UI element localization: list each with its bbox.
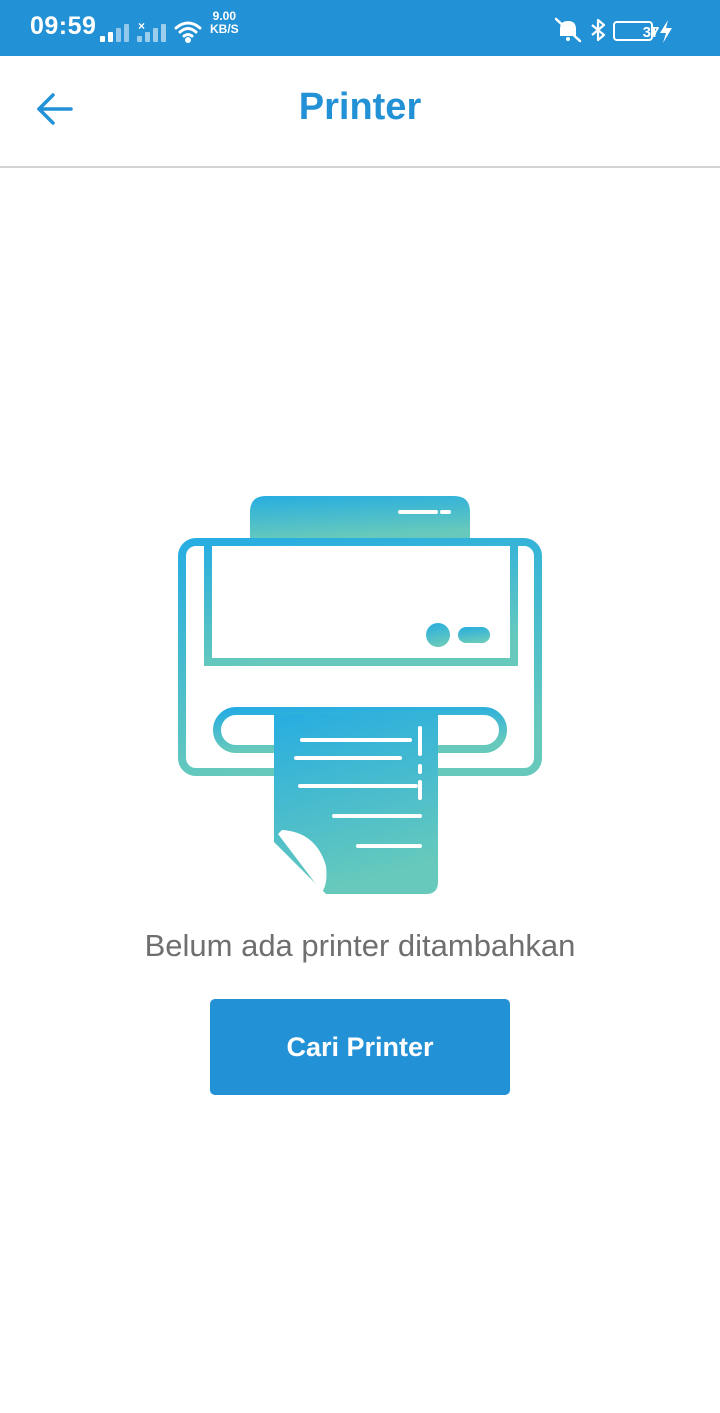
app-bar: Printer [0,56,720,168]
printer-receipt-icon [178,496,542,894]
bluetooth-icon [591,18,606,42]
mute-icon [554,17,582,43]
search-printer-button[interactable]: Cari Printer [210,999,510,1095]
empty-state-message: Belum ada printer ditambahkan [144,928,576,963]
network-speed-unit: KB/S [210,22,239,36]
wifi-icon [174,21,202,43]
status-bar: 09:59 × 9.00 KB/S 37 [0,0,720,56]
signal-icon [100,24,129,42]
status-icons-left: × [100,19,202,43]
status-icons-right [554,17,672,43]
page-title: Printer [298,86,422,128]
status-time: 09:59 [30,12,97,40]
svg-text:×: × [138,19,145,33]
battery-level: 37 [642,24,660,41]
network-speed: 9.00 KB/S [210,10,239,36]
